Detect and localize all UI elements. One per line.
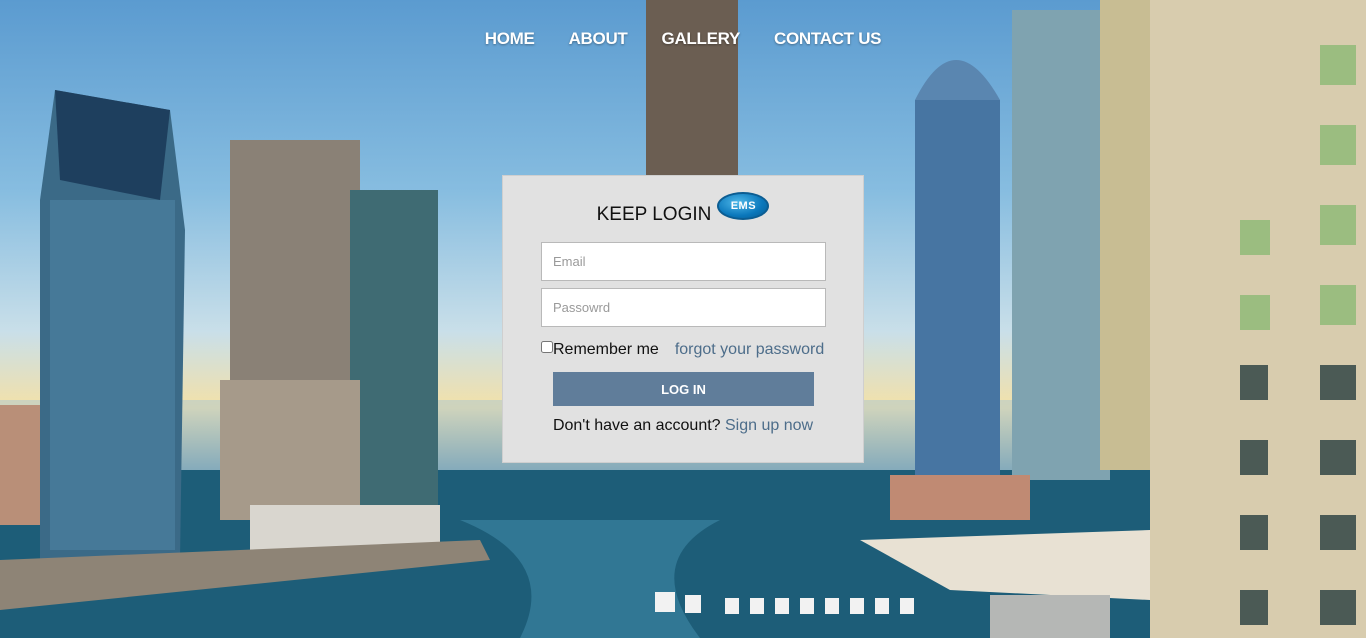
nav-link-contact-us[interactable]: CONTACT US <box>774 29 881 49</box>
login-panel: KEEP LOGIN EMS Remember me forgot your p… <box>502 175 864 463</box>
nav-link-gallery[interactable]: GALLERY <box>662 29 741 49</box>
remember-row: Remember me forgot your password <box>541 341 841 359</box>
signup-prompt: Don't have an account? <box>552 417 725 434</box>
nav-link-home[interactable]: HOME <box>485 29 535 49</box>
remember-me-checkbox[interactable] <box>541 341 553 353</box>
forgot-password-link[interactable]: forgot your password <box>675 341 824 359</box>
nav-link-about[interactable]: ABOUT <box>569 29 628 49</box>
signup-row: Don't have an account? Sign up now <box>503 417 863 435</box>
login-header: KEEP LOGIN EMS <box>503 192 863 225</box>
login-button[interactable]: LOG IN <box>553 372 814 406</box>
login-title: KEEP LOGIN <box>596 204 712 225</box>
remember-me-label: Remember me <box>553 341 659 358</box>
signup-link[interactable]: Sign up now <box>725 417 813 434</box>
password-input[interactable] <box>541 288 826 327</box>
ems-logo: EMS <box>717 192 770 220</box>
top-navigation: HOME ABOUT GALLERY CONTACT US <box>0 29 1366 49</box>
email-input[interactable] <box>541 242 826 281</box>
